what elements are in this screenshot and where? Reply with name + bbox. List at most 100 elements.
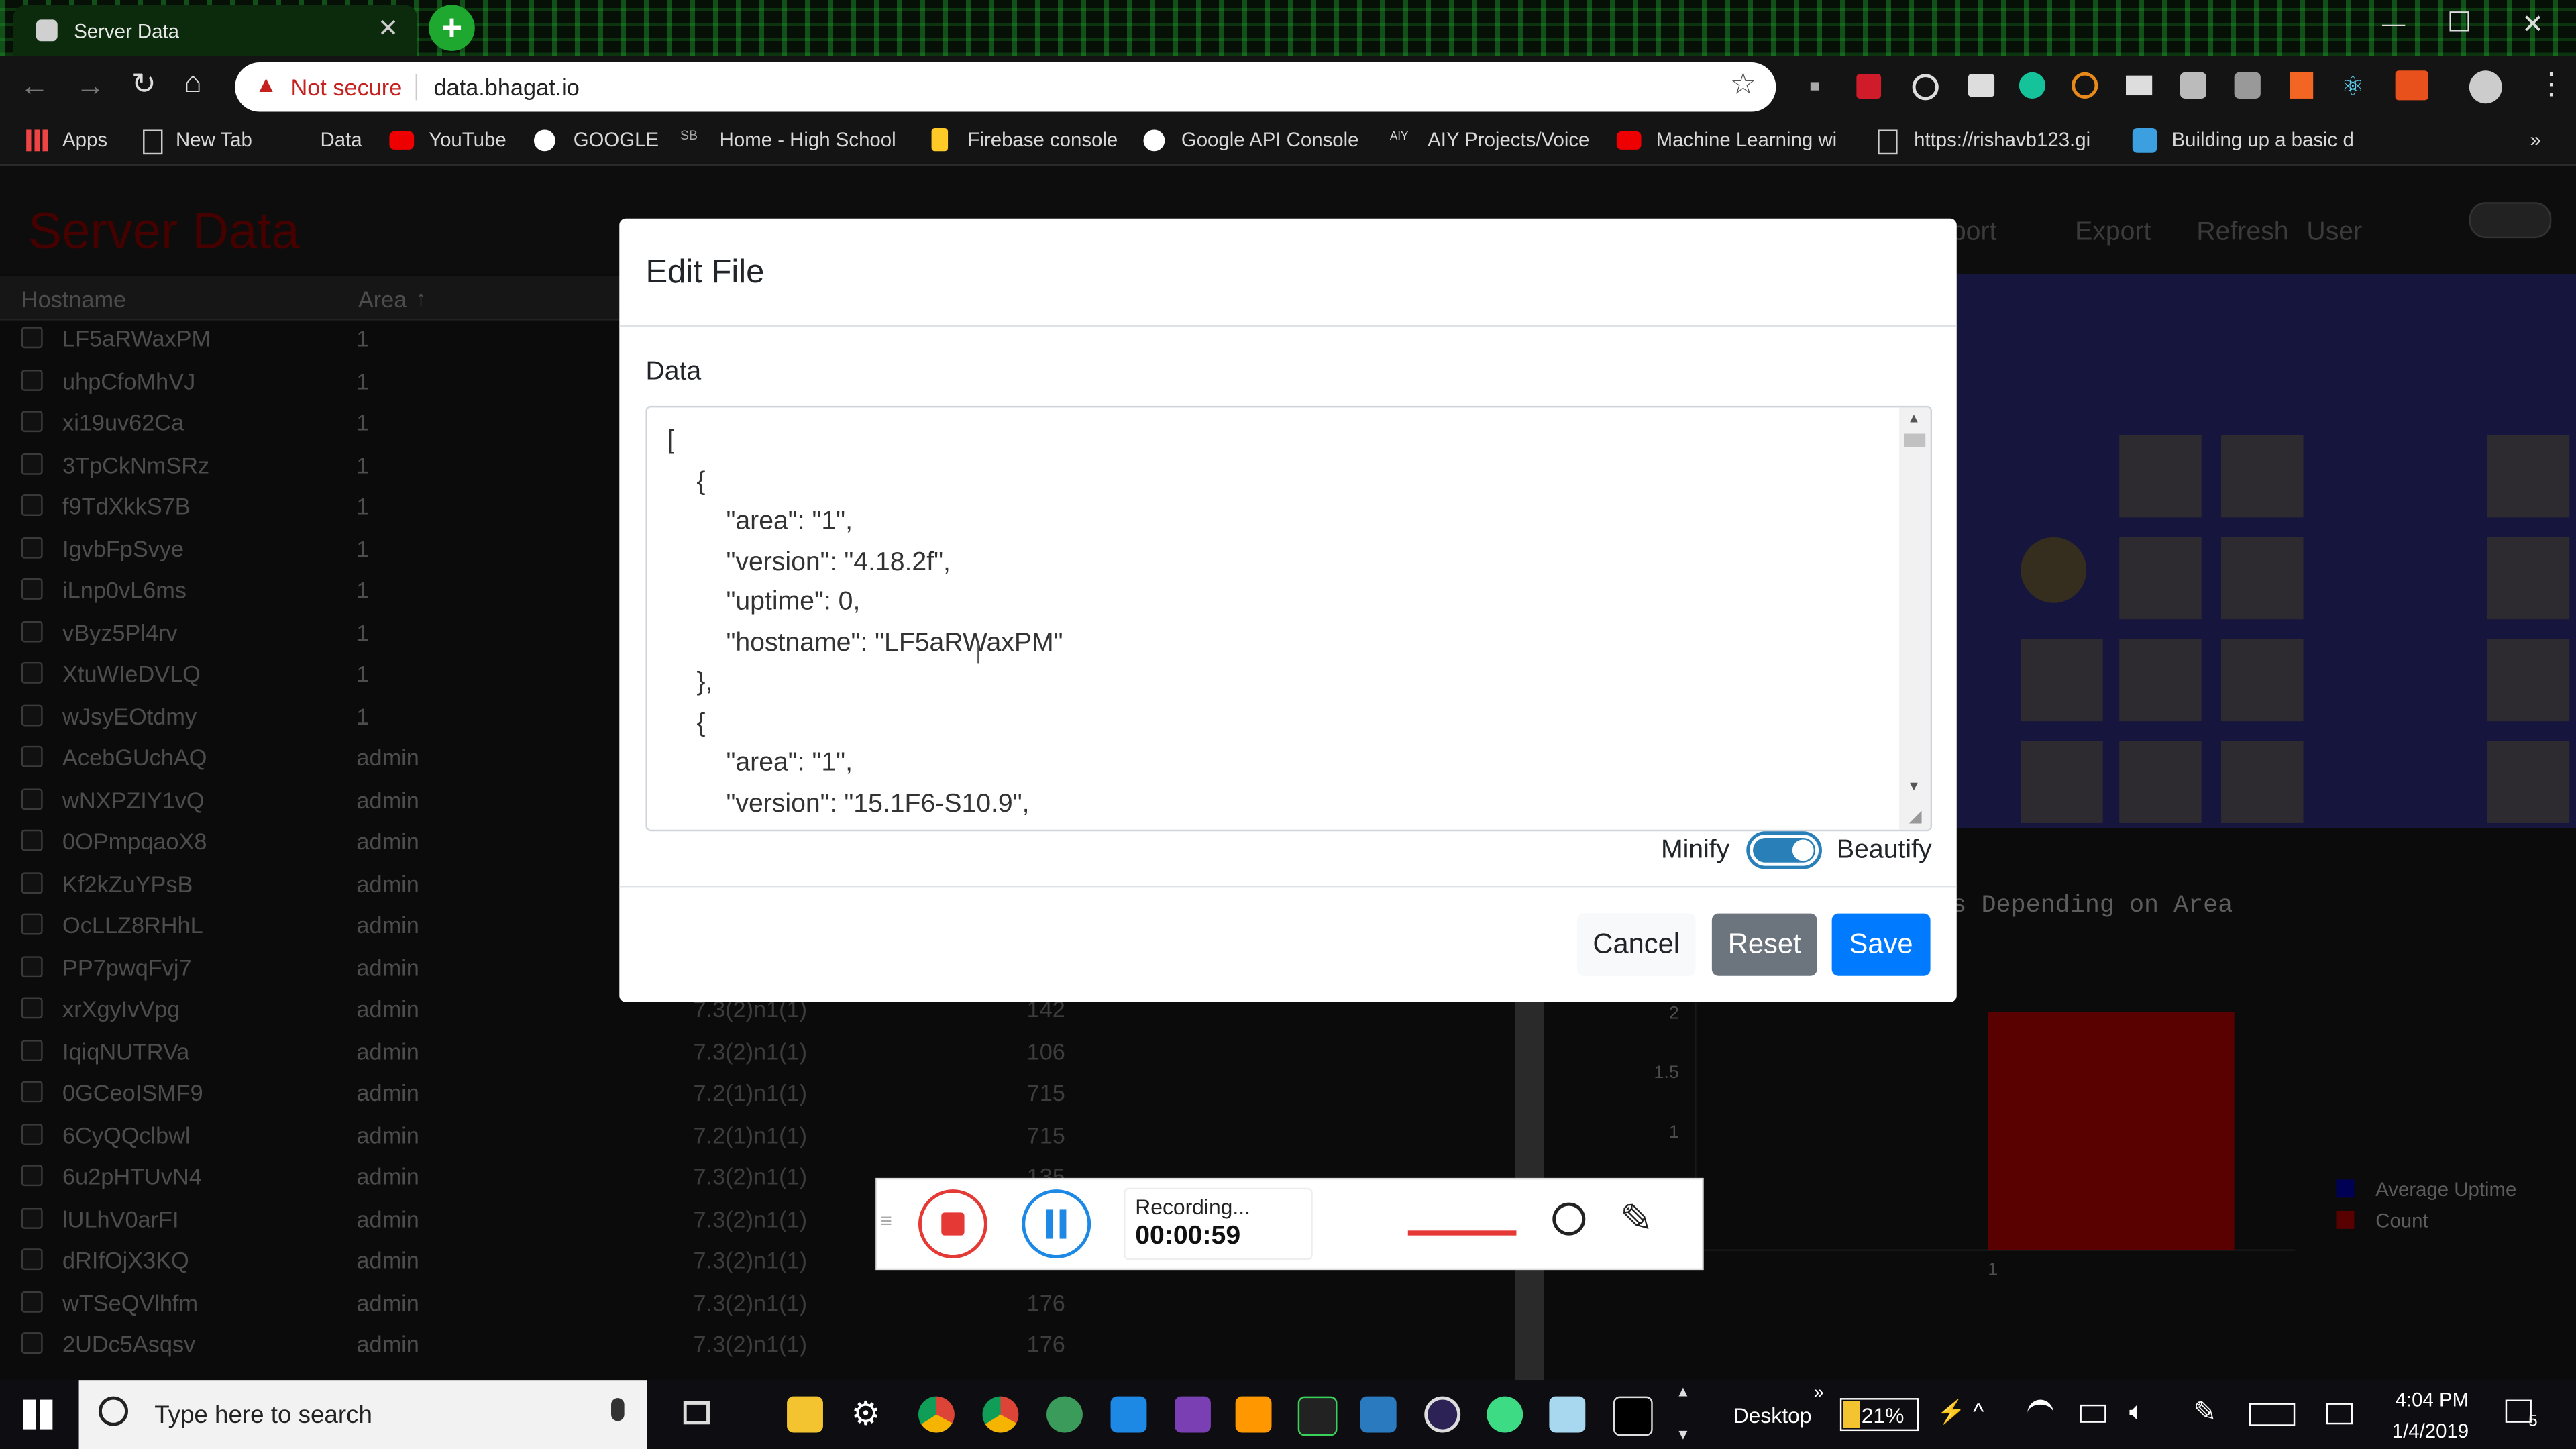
close-window-icon[interactable]: ✕	[2522, 8, 2544, 41]
terminal-icon[interactable]	[1613, 1396, 1653, 1436]
more-bookmarks-icon[interactable]: »	[2530, 128, 2540, 151]
eclipse-icon[interactable]	[1424, 1396, 1461, 1433]
extension-c-icon[interactable]	[2234, 72, 2261, 99]
wifi-icon[interactable]	[2027, 1399, 2054, 1428]
extension-dot-icon[interactable]	[1810, 82, 1819, 91]
format-toggle-switch[interactable]	[1746, 831, 1822, 869]
pause-recording-button[interactable]	[1022, 1189, 1091, 1258]
cortana-icon	[98, 1396, 129, 1426]
bookmark-machine-learning[interactable]: Machine Learning wi	[1656, 128, 1837, 151]
forward-icon[interactable]: →	[76, 69, 105, 103]
modal-header: Edit File	[619, 219, 1957, 327]
bookmark-building-up[interactable]: Building up a basic d	[2172, 128, 2354, 151]
bookmark-home-high-school[interactable]: Home - High School	[720, 128, 896, 151]
touch-keyboard-icon[interactable]	[2249, 1403, 2296, 1426]
display-icon[interactable]	[2326, 1403, 2353, 1425]
bookmark-google-api-console[interactable]: Google API Console	[1181, 128, 1359, 151]
recording-status-box: Recording... 00:00:59	[1124, 1187, 1313, 1260]
extension-circle-icon[interactable]	[1912, 74, 1939, 101]
save-button[interactable]: Save	[1831, 913, 1931, 976]
editor-scrollbar[interactable]: ▲ ▼ ◢	[1899, 407, 1931, 830]
reload-icon[interactable]: ↻	[131, 67, 156, 101]
chrome-active-icon[interactable]	[982, 1396, 1019, 1433]
android-studio-icon[interactable]	[1487, 1396, 1523, 1433]
new-tab-button[interactable]: +	[429, 5, 475, 51]
bookmark-firebase[interactable]: Firebase console	[967, 128, 1118, 151]
microphone-icon[interactable]	[611, 1398, 625, 1421]
bookmark-star-icon[interactable]: ☆	[1730, 67, 1757, 101]
back-icon[interactable]: ←	[19, 69, 49, 103]
taskbar-scroll-up-icon[interactable]: ▲	[1676, 1383, 1690, 1399]
resize-handle-icon[interactable]: ◢	[1909, 808, 1922, 826]
show-hidden-icons-icon[interactable]: ^	[1973, 1398, 1984, 1424]
vscode-icon[interactable]	[1110, 1396, 1147, 1433]
react-devtools-icon[interactable]: ⚛	[2341, 70, 2365, 103]
minimize-icon[interactable]: —	[2382, 10, 2405, 36]
page-favicon-icon	[36, 19, 58, 42]
sublime-icon[interactable]	[1235, 1396, 1272, 1433]
chrome-icon[interactable]	[918, 1396, 955, 1433]
grammarly-icon[interactable]	[2019, 72, 2046, 99]
scroll-down-icon[interactable]: ▼	[1907, 779, 1920, 794]
desktop-label[interactable]: Desktop	[1733, 1403, 1812, 1428]
glass-app-icon[interactable]	[1549, 1396, 1586, 1433]
extension-flag-icon[interactable]	[2290, 72, 2314, 99]
audio-level-slider[interactable]	[1407, 1230, 1517, 1236]
extension-mail-icon[interactable]	[1968, 74, 1995, 97]
settings-icon[interactable]: ⚙	[851, 1397, 888, 1433]
windows-start-icon[interactable]	[23, 1399, 53, 1430]
extension-on-icon[interactable]	[2395, 70, 2428, 101]
scroll-thumb[interactable]	[1904, 433, 1926, 447]
reset-button[interactable]: Reset	[1711, 913, 1817, 976]
toolbar-expand-icon[interactable]: »	[1814, 1383, 1824, 1403]
cancel-button[interactable]: Cancel	[1577, 913, 1696, 976]
security-label[interactable]: Not secure	[290, 74, 402, 100]
bookmark-rishavb123[interactable]: https://rishavb123.gi	[1914, 128, 2090, 151]
bookmark-youtube[interactable]: YouTube	[429, 128, 506, 151]
pencil-icon[interactable]: ✎	[1620, 1196, 1653, 1244]
profile-avatar-icon[interactable]	[2469, 70, 2502, 104]
battery-indicator[interactable]: 21%	[1839, 1398, 1919, 1432]
pen-workspace-icon[interactable]: ✎	[2193, 1397, 2216, 1430]
bookmark-new-tab[interactable]: New Tab	[176, 128, 252, 151]
drag-handle-icon[interactable]: ≡	[881, 1209, 892, 1232]
bookmark-aiy[interactable]: AIY Projects/Voice	[1428, 128, 1589, 151]
browser-tab[interactable]: Server Data ✕	[13, 5, 418, 56]
pycharm-icon[interactable]	[1297, 1396, 1338, 1436]
address-bar[interactable]: ▲ Not secure data.bhagat.io ☆	[235, 62, 1776, 112]
windows-taskbar: Type here to search ⚙ ▲ ▼ Desktop » 21% …	[0, 1380, 2576, 1449]
visual-studio-icon[interactable]	[1175, 1396, 1211, 1433]
json-line: "area": "1",	[726, 507, 853, 536]
browser-menu-icon[interactable]: ⋮	[2536, 67, 2566, 101]
json-editor[interactable]: [{"area": "1", "version": "4.18.2f", "upti…	[645, 405, 1933, 832]
extension-shield-icon[interactable]	[1856, 74, 1882, 99]
power-plug-icon[interactable]: ⚡	[1937, 1398, 1966, 1426]
stop-recording-button[interactable]	[918, 1189, 987, 1258]
clock-date[interactable]: 1/4/2019	[2392, 1419, 2469, 1442]
restore-icon[interactable]	[2449, 11, 2469, 32]
taskbar-scroll-down-icon[interactable]: ▼	[1676, 1426, 1690, 1442]
taskbar-search[interactable]: Type here to search	[78, 1380, 647, 1449]
url-text[interactable]: data.bhagat.io	[434, 74, 580, 100]
scroll-up-icon[interactable]: ▲	[1907, 411, 1920, 425]
bookmark-google[interactable]: GOOGLE	[574, 128, 659, 151]
clock-time[interactable]: 4:04 PM	[2396, 1388, 2469, 1411]
google-icon	[1143, 129, 1165, 152]
battery-status-icon[interactable]	[2080, 1404, 2106, 1423]
bookmark-apps[interactable]: Apps	[62, 128, 107, 151]
page-icon	[1878, 129, 1898, 155]
aiy-icon: AIY	[1389, 131, 1409, 144]
json-line: "hostname": "LF5aRWaxPM"	[726, 628, 1063, 657]
close-tab-icon[interactable]: ✕	[378, 13, 398, 43]
file-explorer-icon[interactable]	[787, 1396, 823, 1433]
volume-icon[interactable]: 🔈︎	[2129, 1398, 2144, 1426]
atom-icon[interactable]	[1046, 1396, 1083, 1433]
blue-app-icon[interactable]	[1360, 1396, 1397, 1433]
home-icon[interactable]: ⌂	[184, 66, 202, 100]
extension-grey-icon[interactable]	[2180, 72, 2207, 99]
bookmark-data[interactable]: Data	[321, 128, 362, 151]
extension-envelope-icon[interactable]	[2126, 75, 2153, 96]
webcam-icon[interactable]	[1552, 1202, 1586, 1236]
task-view-icon[interactable]	[683, 1401, 710, 1425]
extension-orange-icon[interactable]	[2072, 72, 2098, 99]
